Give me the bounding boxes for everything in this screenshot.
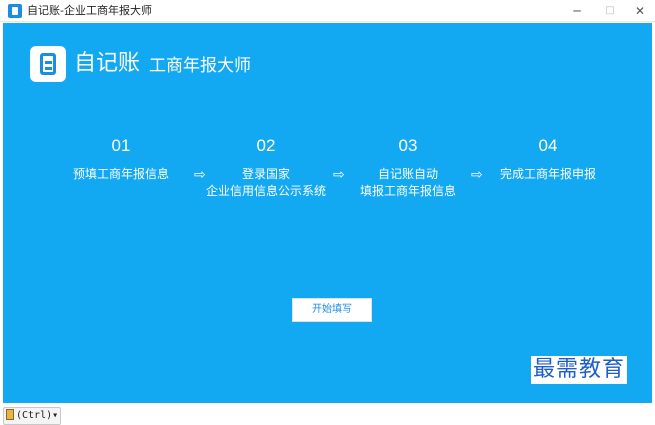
- step-label-line: 企业信用信息公示系统: [205, 184, 326, 198]
- main-panel: 自记账 工商年报大师 01 预填工商年报信息 ⇨ 02 登录国家 企业信用信息公…: [3, 23, 652, 403]
- title-bar: 自记账-企业工商年报大师 ─ □ ✕: [0, 0, 655, 22]
- paste-options-button[interactable]: (Ctrl)▾: [3, 407, 62, 425]
- step-number: 01: [111, 136, 131, 155]
- app-window: 自记账-企业工商年报大师 ─ □ ✕ 自记账 工商年报大师 01 预填工商年报信…: [0, 0, 655, 403]
- step-label: 自记账自动 填报工商年报信息: [333, 166, 483, 200]
- logo-glyph: [40, 53, 56, 75]
- step-number: 03: [398, 136, 418, 155]
- brand-name: 自记账: [74, 51, 141, 76]
- step-3: 03 自记账自动 填报工商年报信息: [333, 135, 483, 200]
- step-label: 预填工商年报信息: [46, 166, 196, 183]
- step-label-line: 预填工商年报信息: [72, 167, 169, 181]
- step-label-line: 登录国家: [241, 167, 290, 181]
- page-subtitle: 工商年报大师: [149, 56, 251, 76]
- notebook-icon: [30, 46, 66, 82]
- close-button[interactable]: ✕: [626, 2, 654, 20]
- step-label: 完成工商年报申报: [473, 166, 623, 183]
- start-filling-button[interactable]: 开始填写: [292, 298, 372, 322]
- step-label: 登录国家 企业信用信息公示系统: [191, 166, 341, 200]
- step-number: 02: [256, 136, 276, 155]
- bottom-strip: (Ctrl)▾: [0, 403, 655, 425]
- step-label-line: 完成工商年报申报: [499, 167, 596, 181]
- maximize-button[interactable]: □: [596, 2, 624, 20]
- paste-options-label: (Ctrl)▾: [16, 410, 59, 421]
- step-label-line: 自记账自动: [377, 167, 438, 181]
- step-label-line: 填报工商年报信息: [359, 184, 456, 198]
- watermark-text: 最需教育: [531, 356, 628, 384]
- clipboard-icon: [6, 409, 14, 420]
- step-4: 04 完成工商年报申报: [473, 135, 623, 183]
- step-1: 01 预填工商年报信息: [46, 135, 196, 183]
- step-2: 02 登录国家 企业信用信息公示系统: [191, 135, 341, 200]
- minimize-button[interactable]: ─: [563, 2, 591, 20]
- app-icon: [8, 4, 22, 18]
- window-title: 自记账-企业工商年报大师: [27, 4, 152, 17]
- step-number: 04: [538, 136, 558, 155]
